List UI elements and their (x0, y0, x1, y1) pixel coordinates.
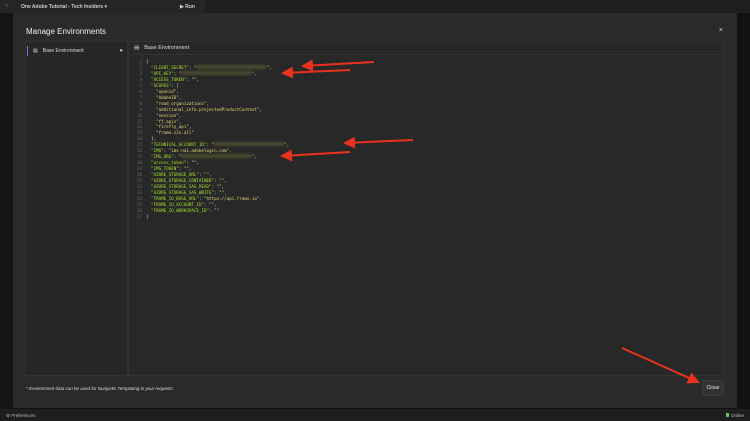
arrow-annotation (301, 59, 375, 72)
arrow-annotation (343, 136, 414, 149)
arrow-annotation (621, 347, 700, 384)
arrow-annotation (281, 66, 351, 79)
annotation-arrows (280, 59, 700, 384)
arrow-annotation (280, 149, 351, 162)
